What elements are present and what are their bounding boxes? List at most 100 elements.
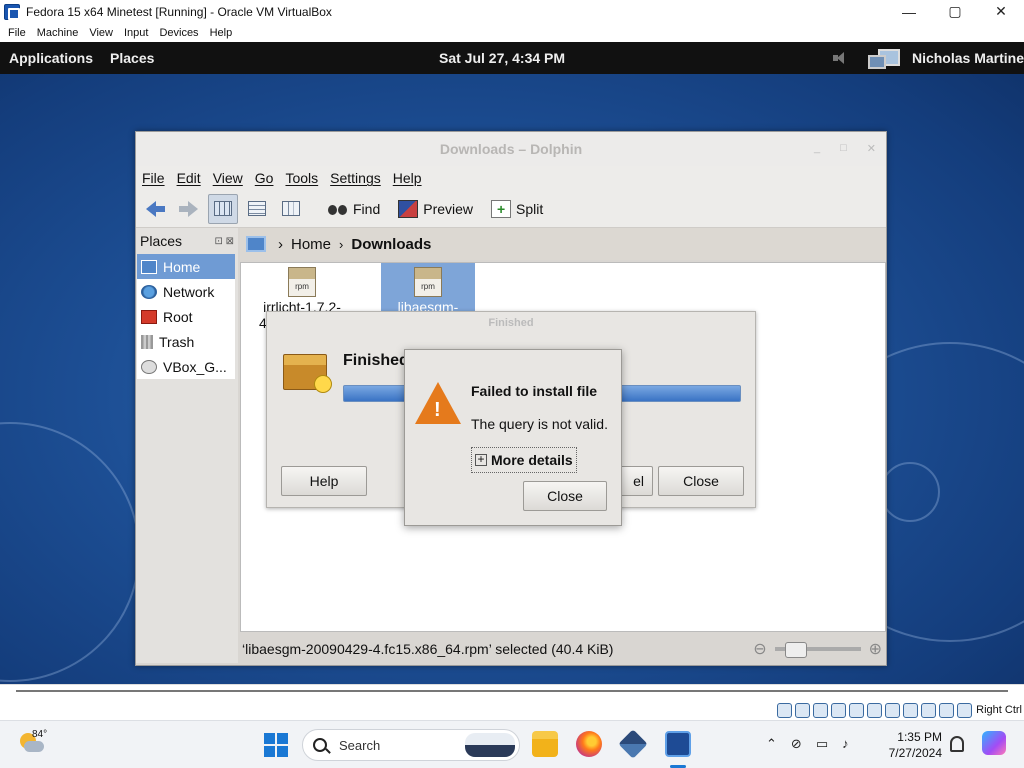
places-item-network[interactable]: Network [137, 279, 235, 304]
dolphin-minimize-icon[interactable]: _ [814, 142, 820, 155]
network-adapter-icon[interactable] [831, 703, 846, 718]
columns-view-button[interactable] [276, 194, 306, 224]
guest-desktop: Applications Places Sat Jul 27, 4:34 PM … [0, 42, 1024, 684]
wallpaper-swirl [880, 462, 940, 522]
places-header: Places ⊡ ⊠ [136, 228, 238, 254]
root-folder-icon [141, 309, 157, 324]
back-arrow-icon[interactable] [144, 197, 168, 221]
finished-close-button[interactable]: Close [658, 466, 744, 496]
file-explorer-icon[interactable] [532, 731, 558, 757]
display-tray-icon[interactable]: ▭ [816, 736, 828, 752]
zoom-slider[interactable] [774, 642, 861, 658]
virtualbox-app-icon[interactable] [618, 729, 648, 759]
error-close-button[interactable]: Close [523, 481, 607, 511]
finished-dialog-titlebar[interactable]: Finished [267, 312, 755, 334]
running-vm-icon[interactable] [665, 731, 691, 757]
menu-help[interactable]: Help [393, 170, 422, 186]
vbox-menu-file[interactable]: File [8, 27, 26, 39]
panel-clock[interactable]: Sat Jul 27, 4:34 PM [439, 50, 565, 66]
home-icon [141, 259, 157, 274]
drive-icon [141, 359, 157, 374]
dolphin-titlebar[interactable]: Downloads – Dolphin _ □ ✕ [136, 132, 886, 166]
places-item-label: Root [163, 308, 193, 325]
taskbar-clock[interactable]: 1:35 PM 7/27/2024 [886, 729, 942, 761]
dolphin-maximize-icon[interactable]: □ [840, 142, 847, 155]
menu-tools[interactable]: Tools [285, 170, 318, 186]
shared-folders-icon[interactable] [867, 703, 882, 718]
vbox-menu-view[interactable]: View [89, 27, 113, 39]
user-menu[interactable]: Nicholas Martine [912, 50, 1024, 66]
icons-view-icon [214, 201, 232, 216]
usb-icon[interactable] [849, 703, 864, 718]
zoom-in-icon[interactable]: ⊕ [869, 639, 882, 659]
windows-logo-icon [264, 746, 275, 757]
split-button[interactable]: Split [491, 199, 544, 218]
vbox-menu-help[interactable]: Help [210, 27, 233, 39]
volume-icon[interactable] [832, 51, 848, 65]
gnome-top-panel: Applications Places Sat Jul 27, 4:34 PM … [0, 42, 1024, 74]
panel-close-icon[interactable]: ⊡ ⊠ [214, 236, 234, 247]
network-off-icon[interactable]: ⊘ [791, 736, 802, 752]
firefox-icon[interactable] [576, 731, 602, 757]
error-dialog: ! Failed to install file The query is no… [404, 349, 622, 526]
breadcrumb: › Home › Downloads [240, 228, 886, 260]
keyboard-icon[interactable] [957, 703, 972, 718]
system-tray: ⌃ ⊘ ▭ ♪ [766, 736, 849, 752]
details-view-button[interactable] [242, 194, 272, 224]
zoom-out-icon[interactable]: ⊖ [753, 639, 766, 659]
breadcrumb-home[interactable]: Home [291, 236, 331, 253]
find-button[interactable]: Find [328, 200, 380, 218]
notification-bell-icon[interactable] [950, 736, 964, 752]
menu-settings[interactable]: Settings [330, 170, 381, 186]
audio-icon[interactable] [813, 703, 828, 718]
host-key-label: Right Ctrl [976, 704, 1022, 716]
places-item-root[interactable]: Root [137, 304, 235, 329]
mouse-integration-icon[interactable] [939, 703, 954, 718]
minimize-button[interactable]: — [886, 0, 932, 23]
speaker-icon[interactable]: ♪ [842, 736, 849, 752]
places-item-home[interactable]: Home [137, 254, 235, 279]
recording-icon[interactable] [903, 703, 918, 718]
split-icon [491, 199, 512, 218]
places-item-trash[interactable]: Trash [137, 329, 235, 354]
forward-arrow-icon[interactable] [176, 197, 200, 221]
close-window-button[interactable]: ✕ [978, 0, 1024, 23]
menu-view[interactable]: View [213, 170, 243, 186]
preview-label: Preview [423, 200, 474, 217]
chevron-up-icon[interactable]: ⌃ [766, 736, 777, 752]
start-button[interactable] [264, 733, 288, 757]
optical-drive-icon[interactable] [795, 703, 810, 718]
binoculars-icon [328, 200, 348, 218]
vbox-menu-input[interactable]: Input [124, 27, 148, 39]
maximize-button[interactable]: ▢ [932, 0, 978, 23]
search-icon [313, 738, 327, 752]
preview-button[interactable]: Preview [398, 199, 474, 218]
help-button[interactable]: Help [281, 466, 367, 496]
more-details-toggle[interactable]: + More details [471, 447, 577, 473]
icons-view-button[interactable] [208, 193, 238, 224]
network-icon[interactable] [867, 47, 900, 69]
windows-taskbar: 84° Search ⌃ ⊘ ▭ ♪ 1:35 PM 7/27/2024 [0, 720, 1024, 768]
menu-edit[interactable]: Edit [177, 170, 201, 186]
places-menu[interactable]: Places [110, 50, 154, 66]
warning-exclamation: ! [434, 399, 441, 421]
vbox-menu-devices[interactable]: Devices [159, 27, 198, 39]
hard-disk-icon[interactable] [777, 703, 792, 718]
file-item-selected[interactable]: rpm libaesgm- [381, 263, 475, 315]
breadcrumb-current[interactable]: Downloads [351, 236, 431, 253]
vbox-menu-machine[interactable]: Machine [37, 27, 79, 39]
breadcrumb-home-icon[interactable] [246, 236, 266, 252]
dolphin-close-icon[interactable]: ✕ [867, 142, 876, 155]
copilot-icon[interactable] [982, 731, 1006, 755]
taskbar-search[interactable]: Search [302, 729, 520, 761]
applications-menu[interactable]: Applications [9, 50, 93, 66]
menu-go[interactable]: Go [255, 170, 274, 186]
cpu-icon[interactable] [921, 703, 936, 718]
places-item-label: Trash [159, 333, 195, 350]
menu-file[interactable]: File [142, 170, 165, 186]
places-panel: Places ⊡ ⊠ Home Network Root Trash VBox_… [136, 228, 238, 663]
split-label: Split [516, 200, 544, 217]
display-icon[interactable] [885, 703, 900, 718]
wallpaper-swirl [0, 422, 140, 682]
places-item-vbox[interactable]: VBox_G... [137, 354, 235, 379]
